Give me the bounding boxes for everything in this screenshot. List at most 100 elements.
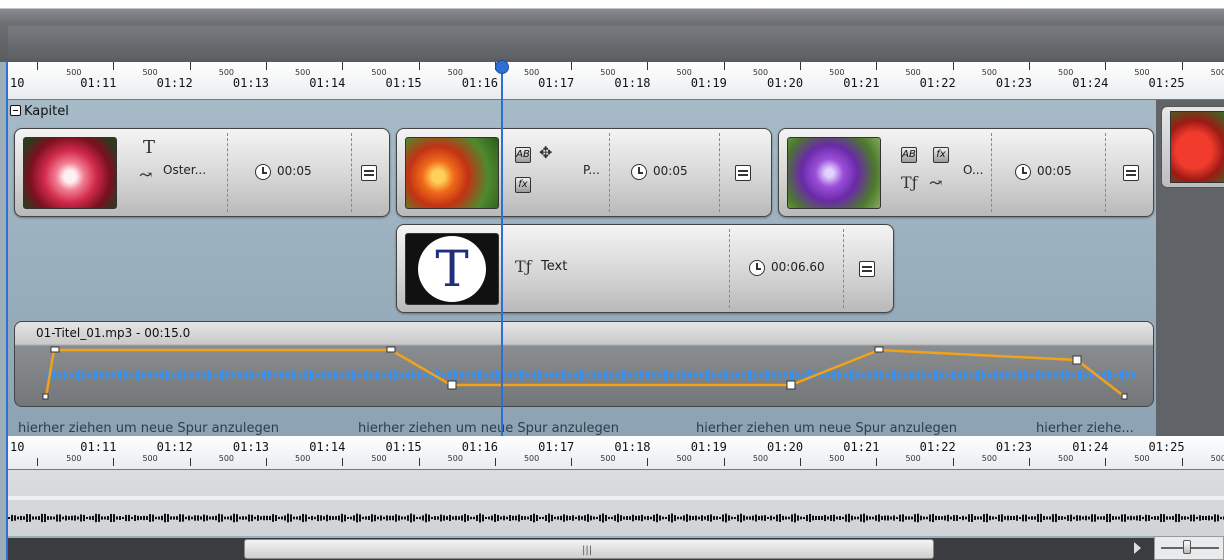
ruler-tick (1105, 458, 1107, 466)
ruler-time-label: 01:16 (461, 76, 498, 90)
text-fx-icon: Tƒ (515, 257, 532, 276)
clip-thumbnail (405, 137, 499, 209)
clip-title: O... (963, 163, 984, 177)
chapter-header[interactable]: Kapitel (10, 104, 69, 119)
timeline-ruler-top[interactable]: 10 500 01:11 500 01:12 500 01:13 500 01:14 500 01:… (8, 62, 1224, 100)
clip-duration[interactable]: 00:05 (1037, 164, 1072, 178)
ruler-time-label: 10 (10, 76, 25, 90)
ruler-tick (1028, 458, 1030, 466)
clip-menu-icon[interactable] (735, 165, 751, 181)
new-track-hint[interactable]: hierher ziehen um neue Spur anzulegen (696, 421, 957, 436)
ruler-time-label: 01:14 (309, 76, 346, 90)
photo-clip-3[interactable]: AB fx Tƒ ↝ O... 00:05 (778, 128, 1154, 217)
ruler-tick (571, 62, 573, 70)
ruler-time-label: 01:18 (614, 440, 651, 454)
ruler-time-label: 01:19 (690, 440, 727, 454)
ruler-time-label: 01:21 (843, 440, 880, 454)
ruler-tick (1028, 62, 1030, 70)
ruler-sub-label: 500 (600, 454, 616, 463)
text-clip[interactable]: T Tƒ Text 00:06.60 (396, 224, 894, 313)
ruler-tick (1181, 62, 1183, 70)
new-track-hint[interactable]: hierher ziehe... (1036, 421, 1134, 436)
ruler-tick (723, 62, 725, 70)
ruler-time-label: 01:16 (461, 440, 498, 454)
clip-duration[interactable]: 00:05 (653, 164, 688, 178)
clip-thumbnail (1170, 111, 1224, 183)
ruler-sub-label: 500 (981, 68, 998, 77)
ruler-time-label: 01:14 (309, 440, 346, 454)
waveform (45, 369, 1136, 381)
ruler-time-label: 01:17 (538, 76, 575, 90)
ruler-tick (647, 62, 649, 70)
ruler-tick (113, 458, 115, 466)
horizontal-scrollbar[interactable]: ||| (8, 538, 1224, 560)
timeline-start-marker (6, 62, 8, 560)
ruler-sub-label: 500 (752, 454, 769, 463)
ruler-time-label: 01:24 (1072, 76, 1109, 90)
zoom-slider-knob[interactable] (1183, 540, 1191, 554)
ruler-sub-label: 500 (752, 68, 769, 77)
clock-icon (749, 260, 765, 276)
ruler-tick (37, 458, 38, 466)
clip-duration[interactable]: 00:06.60 (771, 260, 825, 274)
ruler-sub-label: 500 (676, 68, 692, 77)
motion-path-icon: ↝ (139, 165, 153, 184)
clip-menu-icon[interactable] (1123, 165, 1139, 181)
ruler-sub-label: 500 (1058, 454, 1074, 463)
ruler-sub-label: 500 (371, 68, 387, 77)
ruler-sub-label: 500 (218, 68, 235, 77)
ruler-sub-label: 500 (295, 68, 311, 77)
clip-thumbnail (23, 137, 117, 209)
zoom-slider[interactable] (1154, 536, 1224, 560)
scroll-right-arrow-icon[interactable] (1134, 542, 1141, 554)
ruler-sub-label: 500 (905, 454, 921, 463)
ruler-sub-label: 500 (1210, 454, 1224, 463)
playhead[interactable] (501, 62, 503, 436)
ruler-sub-label: 500 (981, 454, 998, 463)
scrollbar-thumb[interactable]: ||| (244, 539, 934, 559)
fx-icon: fx (515, 177, 531, 193)
text-effect-icon: T (143, 137, 156, 158)
overview-track[interactable] (8, 470, 1224, 536)
playhead-handle[interactable] (495, 60, 509, 74)
chapter-label: Kapitel (24, 104, 69, 119)
ruler-sub-label: 500 (829, 68, 845, 77)
clip-title: Text (541, 259, 568, 274)
clip-thumbnail (787, 137, 881, 209)
collapse-icon[interactable] (10, 105, 21, 116)
new-track-hint[interactable]: hierher ziehen um neue Spur anzulegen (18, 421, 279, 436)
ruler-time-label: 01:23 (995, 440, 1033, 454)
audio-clip[interactable]: 01-Titel_01.mp3 - 00:15.0 (14, 321, 1154, 407)
ruler-sub-label: 500 (523, 454, 540, 463)
ruler-tick (37, 62, 38, 70)
scrollbar-grip: ||| (582, 545, 593, 556)
ruler-tick (342, 62, 344, 70)
clip-title: P... (583, 163, 600, 177)
new-track-hint[interactable]: hierher ziehen um neue Spur anzulegen (358, 421, 619, 436)
timeline-editor: 10 500 01:11 500 01:12 500 01:13 500 01:14 500 01:… (0, 0, 1224, 560)
audio-waveform-envelope[interactable] (15, 322, 1155, 408)
text-fx-icon: Tƒ (901, 173, 918, 192)
clip-duration[interactable]: 00:05 (277, 164, 312, 178)
timeline-ruler-bottom[interactable]: 10 500 01:11 500 01:12 500 01:13 500 01:14 500 01:… (8, 436, 1224, 470)
ruler-tick (647, 458, 649, 466)
clip-menu-icon[interactable] (859, 261, 875, 277)
ruler-tick (113, 62, 115, 70)
ruler-time-label: 01:21 (843, 76, 880, 90)
photo-clip-2[interactable]: AB ✥ fx P... 00:05 (396, 128, 772, 217)
ruler-sub-label: 500 (295, 454, 311, 463)
clip-thumbnail: T (405, 233, 499, 305)
ruler-tick (571, 458, 573, 466)
ruler-sub-label: 500 (447, 454, 463, 463)
ruler-sub-label: 500 (1134, 68, 1150, 77)
ruler-time-label: 01:13 (232, 440, 270, 454)
clip-menu-icon[interactable] (361, 165, 377, 181)
ruler-tick (800, 458, 801, 466)
clip-partial-right[interactable] (1161, 106, 1224, 188)
photo-clip-1[interactable]: T ↝ Oster... 00:05 (14, 128, 390, 217)
text-thumb-letter: T (418, 236, 486, 302)
ruler-time-label: 01:20 (767, 440, 804, 454)
ruler-time-label: 01:15 (385, 76, 422, 90)
motion-path-icon: ↝ (929, 173, 943, 192)
ruler-sub-label: 500 (218, 454, 235, 463)
